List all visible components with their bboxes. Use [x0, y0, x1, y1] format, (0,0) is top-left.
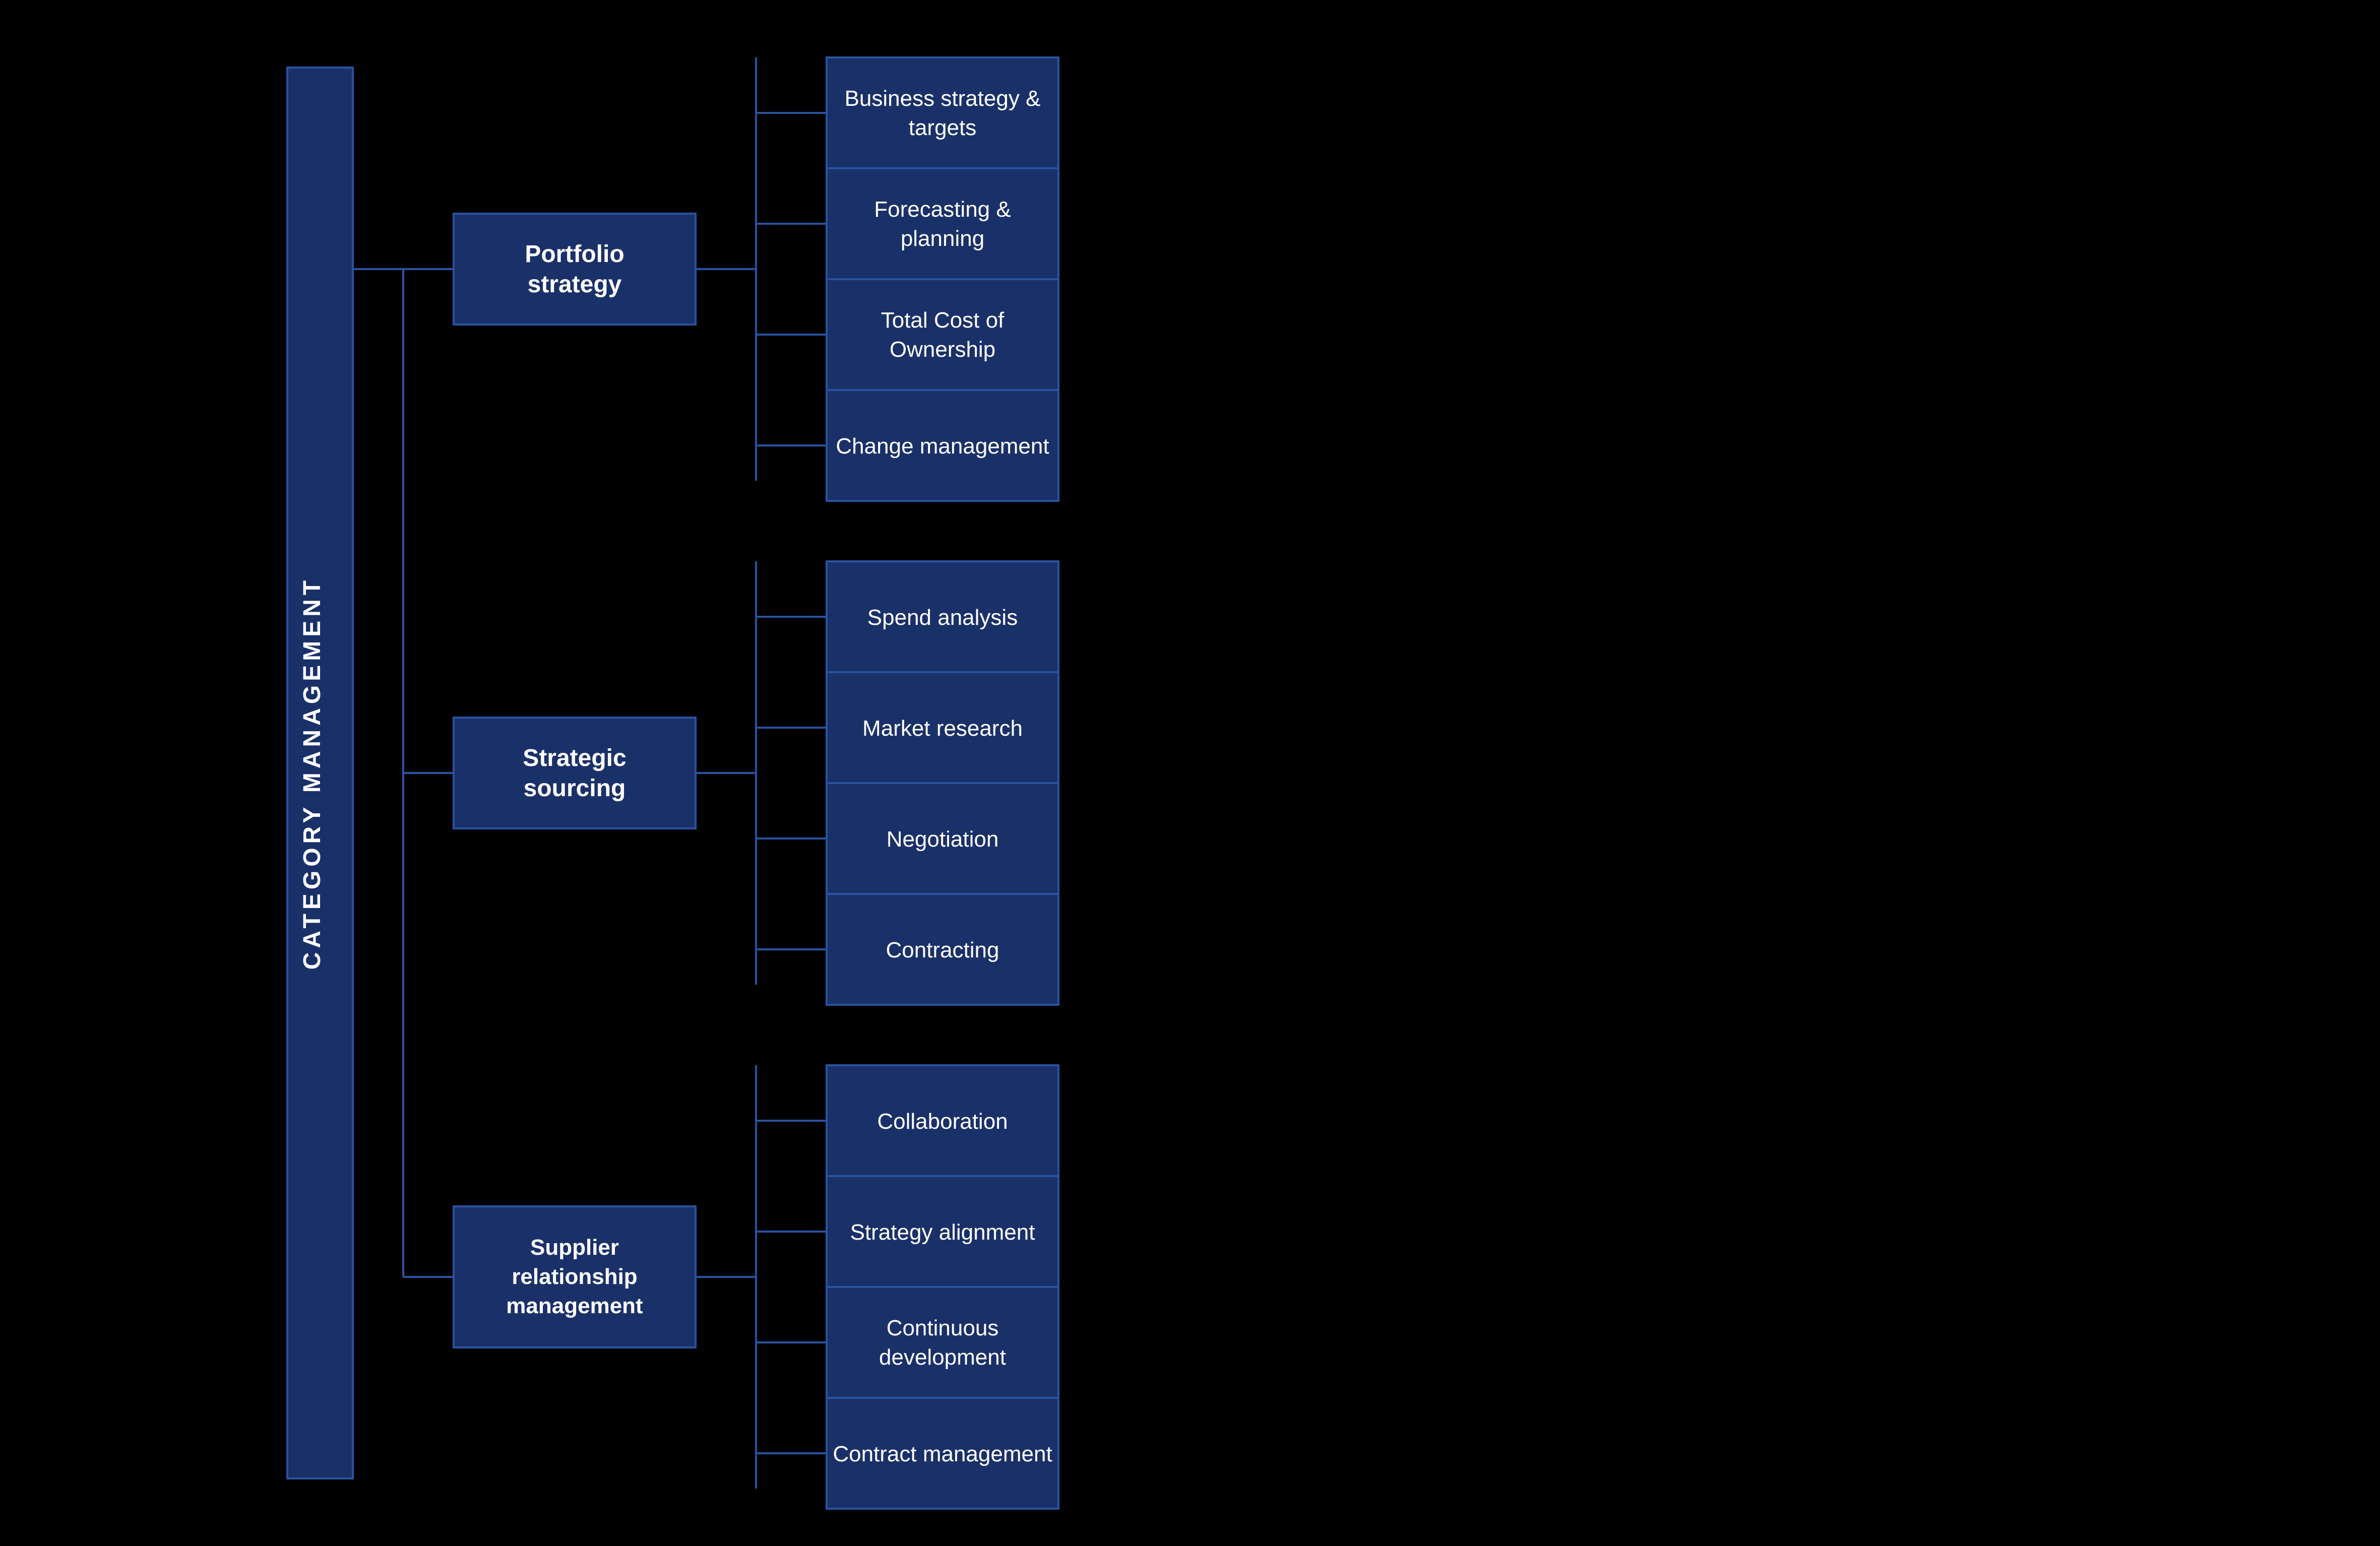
- portfolio-strategy-label: Portfolio: [525, 241, 624, 268]
- tco-node: [827, 279, 1058, 390]
- business-strategy-label: Business strategy &: [845, 86, 1041, 111]
- supplier-label2: relationship: [512, 1264, 637, 1289]
- tco-label: Total Cost of: [881, 308, 1005, 333]
- business-strategy-label2: targets: [909, 115, 977, 140]
- market-research-label: Market research: [862, 716, 1023, 741]
- supplier-label: Supplier: [530, 1235, 619, 1260]
- contracting-label: Contracting: [886, 938, 999, 962]
- portfolio-strategy-label2: strategy: [528, 271, 622, 298]
- strategy-alignment-label: Strategy alignment: [850, 1220, 1035, 1245]
- root-label: CATEGORY MANAGEMENT: [299, 576, 326, 970]
- continuous-dev-label2: development: [879, 1345, 1006, 1370]
- forecasting-node: [827, 168, 1058, 279]
- strategic-sourcing-label: Strategic: [523, 745, 626, 771]
- contract-mgmt-label: Contract management: [833, 1442, 1052, 1466]
- supplier-label3: management: [506, 1294, 643, 1318]
- forecasting-label2: planning: [901, 226, 984, 251]
- business-strategy-node: [827, 57, 1058, 168]
- continuous-dev-node: [827, 1287, 1058, 1398]
- strategic-sourcing-label2: sourcing: [524, 775, 626, 802]
- negotiation-label: Negotiation: [887, 827, 999, 852]
- continuous-dev-label: Continuous: [887, 1316, 999, 1340]
- strategic-sourcing-node: [454, 718, 696, 828]
- portfolio-strategy-node: [454, 214, 696, 325]
- collaboration-label: Collaboration: [877, 1109, 1008, 1134]
- tco-label2: Ownership: [890, 337, 995, 362]
- forecasting-label: Forecasting &: [874, 197, 1011, 222]
- spend-analysis-label: Spend analysis: [867, 605, 1018, 630]
- change-mgmt-label: Change management: [836, 434, 1049, 459]
